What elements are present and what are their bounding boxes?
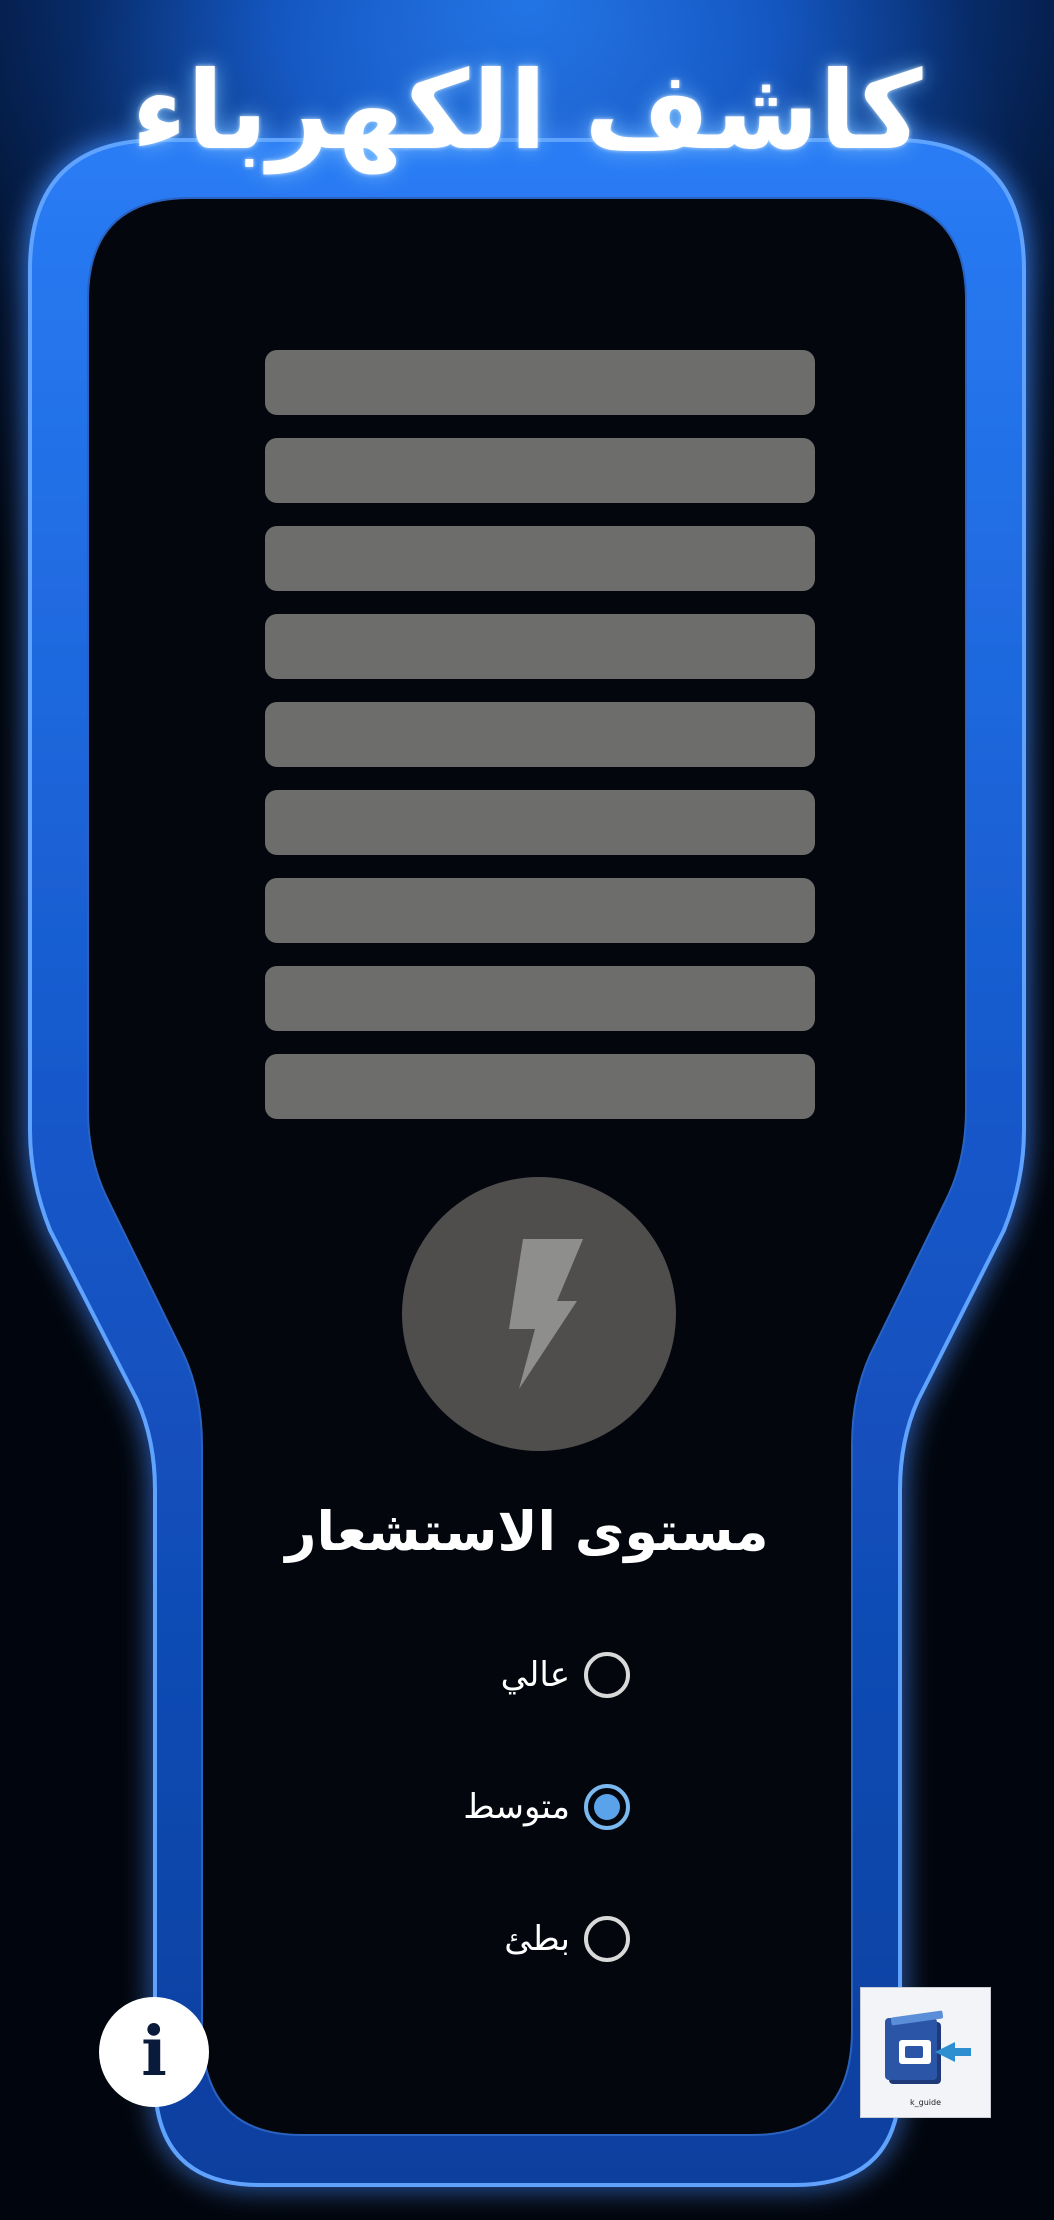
guide-book-icon <box>885 2010 971 2084</box>
app-title: كاشف الكهرباء <box>131 49 923 174</box>
info-button[interactable]: i <box>99 1997 209 2107</box>
meter-bar <box>265 702 815 767</box>
meter-bar <box>265 350 815 415</box>
radio-high[interactable]: عالي <box>300 1645 630 1705</box>
lightning-bolt-icon <box>509 1239 583 1389</box>
meter-bar <box>265 526 815 591</box>
radio-button-selected[interactable] <box>584 1784 630 1830</box>
meter-bar <box>265 790 815 855</box>
guide-caption: k_guide <box>909 2098 941 2107</box>
meter-bar <box>265 1054 815 1119</box>
radio-slow[interactable]: بطئ <box>300 1909 630 1969</box>
radio-button[interactable] <box>584 1916 630 1962</box>
radio-label-slow: بطئ <box>504 1919 570 1959</box>
guide-button[interactable]: k_guide <box>860 1987 991 2118</box>
meter-bar <box>265 614 815 679</box>
sensitivity-title: مستوى الاستشعار <box>285 1500 769 1563</box>
info-icon: i <box>141 2012 167 2092</box>
meter-bar <box>265 878 815 943</box>
radio-dot <box>594 1794 620 1820</box>
radio-label-medium: متوسط <box>463 1787 570 1827</box>
radio-button[interactable] <box>584 1652 630 1698</box>
meter-bar <box>265 966 815 1031</box>
radio-label-high: عالي <box>500 1655 570 1695</box>
power-button[interactable] <box>402 1177 676 1451</box>
signal-meter <box>265 350 815 1142</box>
meter-bar <box>265 438 815 503</box>
radio-medium[interactable]: متوسط <box>300 1777 630 1837</box>
